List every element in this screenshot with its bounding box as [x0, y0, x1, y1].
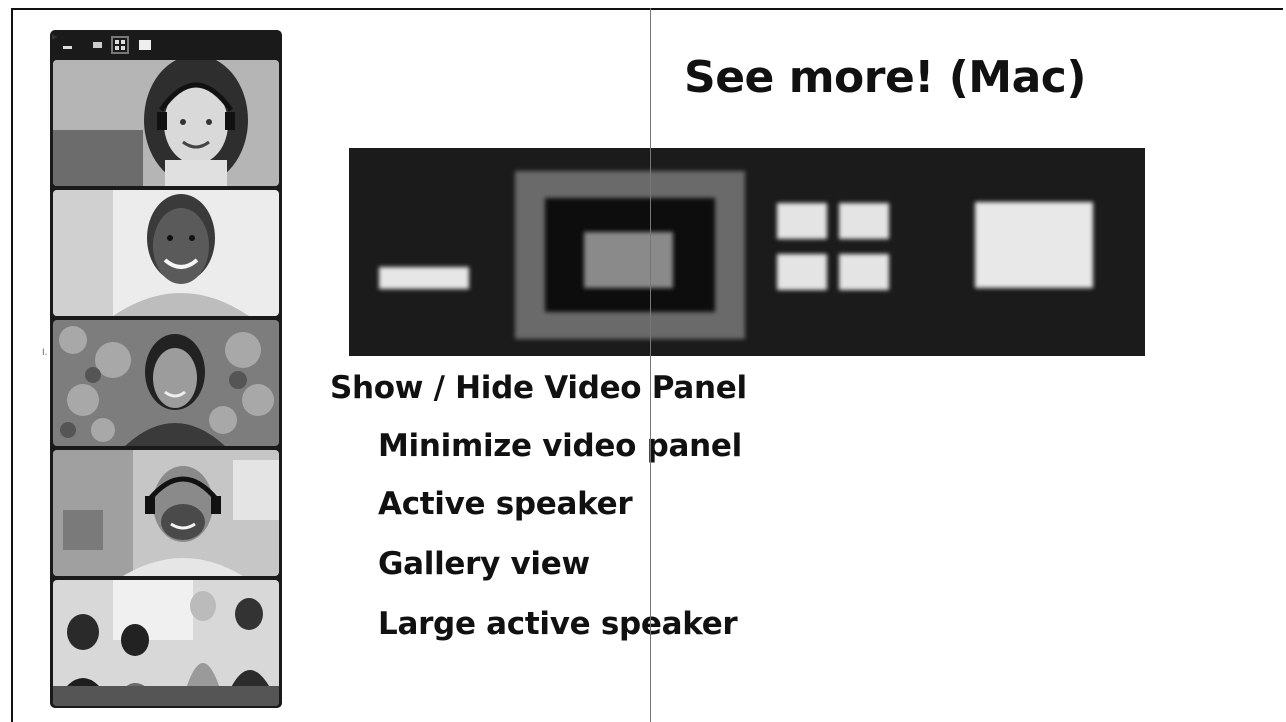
large-active-speaker-icon[interactable] [975, 202, 1093, 288]
label-gallery-view: Gallery view [378, 546, 590, 582]
participant-video-headset-man [53, 450, 279, 576]
active-speaker-icon-core [584, 232, 673, 288]
participant-video-group-meeting [53, 580, 279, 706]
video-panel-toolbar: ▸ [50, 30, 282, 60]
video-panel: ▸ [50, 30, 282, 708]
label-active-speaker: Active speaker [378, 486, 633, 522]
label-minimize-video-panel: Minimize video panel [378, 428, 742, 464]
zoomed-toolbar [349, 148, 1145, 356]
participant-video-smiling-man [53, 190, 279, 316]
minimize-icon[interactable] [63, 46, 72, 49]
participant-tile-4[interactable] [53, 450, 279, 576]
caret-icon: ▸ [52, 30, 58, 43]
center-guide-line [650, 8, 651, 722]
minimize-icon[interactable] [379, 267, 469, 289]
active-speaker-icon[interactable] [93, 42, 102, 48]
side-mark: I. [42, 348, 48, 358]
gallery-view-icon[interactable] [111, 36, 129, 54]
gallery-view-icon-tile [777, 254, 827, 290]
participant-video-headset-woman [53, 60, 279, 186]
slide-title: See more! (Mac) [684, 52, 1086, 103]
label-large-active-speaker: Large active speaker [378, 606, 738, 642]
participant-video-woman-foliage [53, 320, 279, 446]
participant-tile-3[interactable] [53, 320, 279, 446]
label-show-hide-video-panel: Show / Hide Video Panel [330, 370, 747, 406]
gallery-view-icon-tile [839, 203, 889, 239]
gallery-view-icon-tile [839, 254, 889, 290]
participant-tile-1[interactable] [53, 60, 279, 186]
large-speaker-icon[interactable] [139, 40, 151, 50]
participant-tile-5[interactable] [53, 580, 279, 706]
gallery-view-icon[interactable] [777, 203, 827, 239]
participant-tile-2[interactable] [53, 190, 279, 316]
